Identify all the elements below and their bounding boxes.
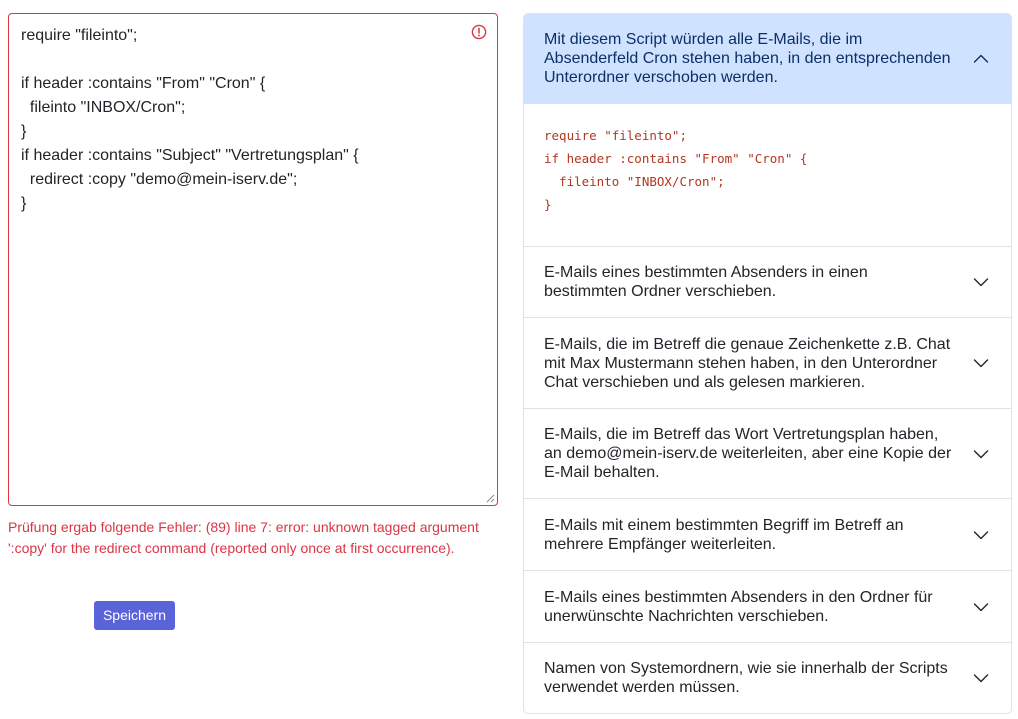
chevron-down-icon	[973, 359, 989, 368]
accordion-title: E-Mails eines bestimmten Absenders in de…	[544, 588, 933, 625]
accordion-item: E-Mails mit einem bestimmten Begriff im …	[524, 498, 1011, 570]
exclamation-circle-icon	[471, 24, 487, 40]
script-editor-container: require "fileinto"; if header :contains …	[8, 13, 498, 506]
chevron-down-icon	[973, 449, 989, 458]
accordion-header-multiple-recipients[interactable]: E-Mails mit einem bestimmten Begriff im …	[524, 499, 1011, 570]
accordion-item: Namen von Systemordnern, wie sie innerha…	[524, 642, 1011, 713]
accordion-title: Mit diesem Script würden alle E-Mails, d…	[544, 31, 951, 86]
accordion-body: require "fileinto"; if header :contains …	[524, 103, 1011, 246]
chevron-down-icon	[973, 530, 989, 539]
accordion-item: Mit diesem Script würden alle E-Mails, d…	[524, 14, 1011, 246]
accordion-item: E-Mails eines bestimmten Absenders in ei…	[524, 246, 1011, 317]
accordion-title: E-Mails mit einem bestimmten Begriff im …	[544, 516, 904, 553]
validation-error-message: Prüfung ergab folgende Fehler: (89) line…	[8, 519, 479, 556]
accordion-title: E-Mails eines bestimmten Absenders in ei…	[544, 264, 868, 300]
accordion-header-chat-subject[interactable]: E-Mails, die im Betreff die genaue Zeich…	[524, 318, 1011, 408]
accordion-title: E-Mails, die im Betreff die genaue Zeich…	[544, 335, 951, 391]
accordion-header-forward-copy[interactable]: E-Mails, die im Betreff das Wort Vertret…	[524, 409, 1011, 498]
accordion-title: Namen von Systemordnern, wie sie innerha…	[544, 660, 948, 696]
accordion-header-cron-example[interactable]: Mit diesem Script würden alle E-Mails, d…	[524, 14, 1011, 103]
accordion-item: E-Mails, die im Betreff die genaue Zeich…	[524, 317, 1011, 408]
chevron-down-icon	[973, 674, 989, 683]
accordion-header-system-folders[interactable]: Namen von Systemordnern, wie sie innerha…	[524, 643, 1011, 713]
chevron-down-icon	[973, 278, 989, 287]
save-button[interactable]: Speichern	[94, 601, 175, 630]
chevron-up-icon	[973, 54, 989, 63]
accordion-item: E-Mails eines bestimmten Absenders in de…	[524, 570, 1011, 642]
chevron-down-icon	[973, 602, 989, 611]
accordion-header-sender-folder[interactable]: E-Mails eines bestimmten Absenders in ei…	[524, 247, 1011, 317]
code-example: require "fileinto"; if header :contains …	[544, 128, 808, 212]
sieve-filter-page: require "fileinto"; if header :contains …	[0, 0, 1018, 719]
script-editor-textarea[interactable]: require "fileinto"; if header :contains …	[9, 14, 497, 505]
accordion-header-junk-folder[interactable]: E-Mails eines bestimmten Absenders in de…	[524, 571, 1011, 642]
accordion-item: E-Mails, die im Betreff das Wort Vertret…	[524, 408, 1011, 498]
resize-handle-icon[interactable]	[486, 494, 495, 503]
examples-accordion: Mit diesem Script würden alle E-Mails, d…	[523, 13, 1012, 714]
accordion-title: E-Mails, die im Betreff das Wort Vertret…	[544, 426, 952, 481]
